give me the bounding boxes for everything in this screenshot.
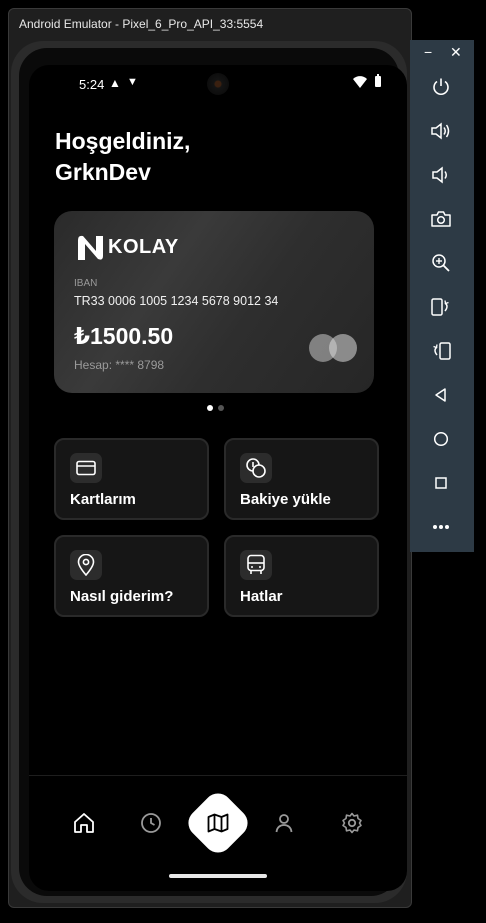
- iban-value: TR33 0006 1005 1234 5678 9012 34: [74, 294, 279, 308]
- sim-icon: ▼: [127, 76, 138, 88]
- nav-home[interactable]: [69, 808, 99, 838]
- minimize-icon[interactable]: −: [424, 44, 432, 60]
- camera-icon[interactable]: [428, 206, 454, 232]
- user-name: GrknDev: [55, 159, 151, 185]
- close-icon[interactable]: ✕: [450, 44, 462, 61]
- nav-profile[interactable]: [269, 808, 299, 838]
- balance-card[interactable]: KOLAY IBAN TR33 0006 1005 1234 5678 9012…: [54, 211, 374, 393]
- status-bar: 5:24 ▲ ▼: [29, 65, 407, 99]
- tile-label: Hatlar: [240, 588, 283, 605]
- tile-nasil-giderim[interactable]: Nasıl giderim?: [54, 535, 209, 617]
- credit-card-icon: [70, 453, 102, 483]
- back-icon[interactable]: [428, 382, 454, 408]
- nav-settings[interactable]: [337, 808, 367, 838]
- bottom-navigation: [29, 775, 407, 891]
- home-icon: [74, 813, 94, 833]
- map-icon: [204, 809, 232, 837]
- zoom-icon[interactable]: [428, 250, 454, 276]
- user-icon: [275, 814, 293, 833]
- carousel-dot: [218, 405, 224, 411]
- settings-icon: [342, 812, 362, 834]
- card-logo: KOLAY: [76, 231, 179, 263]
- carousel-dot-active: [207, 405, 213, 411]
- home-circle-icon[interactable]: [428, 426, 454, 452]
- emulator-window: Android Emulator - Pixel_6_Pro_API_33:55…: [8, 8, 412, 908]
- map-pin-icon: [70, 550, 102, 580]
- greeting-line: Hoşgeldiniz,: [55, 128, 191, 154]
- volume-down-icon[interactable]: [428, 162, 454, 188]
- coins-icon: [240, 453, 272, 483]
- volume-up-icon[interactable]: [428, 118, 454, 144]
- device-bezel: 5:24 ▲ ▼ Hoşgeldiniz, GrknDev KOLAY IBAN…: [19, 48, 407, 896]
- tile-bakiye-yukle[interactable]: Bakiye yükle: [224, 438, 379, 520]
- bus-icon: [240, 550, 272, 580]
- tile-label: Bakiye yükle: [240, 491, 331, 508]
- clock-icon: [141, 813, 161, 833]
- emulator-controls-panel: − ✕: [410, 40, 474, 552]
- brand-name: KOLAY: [108, 235, 179, 258]
- tile-label: Nasıl giderim?: [70, 588, 174, 605]
- tile-label: Kartlarım: [70, 491, 136, 508]
- rotate-right-icon[interactable]: [428, 338, 454, 364]
- battery-icon: [375, 74, 381, 87]
- tile-kartlarim[interactable]: Kartlarım: [54, 438, 209, 520]
- gesture-home-indicator[interactable]: [169, 874, 267, 878]
- wifi-icon: [353, 76, 367, 88]
- card-balance: ₺1500.50: [74, 323, 174, 349]
- card-network-icon: [309, 334, 357, 362]
- overview-icon[interactable]: [428, 470, 454, 496]
- rotate-left-icon[interactable]: [428, 294, 454, 320]
- kolay-logo-icon: [78, 235, 103, 260]
- status-time: 5:24: [79, 77, 105, 92]
- phone-screen: 5:24 ▲ ▼ Hoşgeldiniz, GrknDev KOLAY IBAN…: [29, 65, 407, 891]
- carousel-indicator: [207, 405, 224, 411]
- device-frame: 5:24 ▲ ▼ Hoşgeldiniz, GrknDev KOLAY IBAN…: [11, 41, 407, 903]
- greeting: Hoşgeldiniz, GrknDev: [55, 126, 375, 188]
- window-title: Android Emulator - Pixel_6_Pro_API_33:55…: [19, 17, 264, 31]
- power-icon[interactable]: [428, 74, 454, 100]
- front-camera: [207, 73, 229, 95]
- nav-history[interactable]: [136, 808, 166, 838]
- more-icon[interactable]: [428, 514, 454, 540]
- warning-icon: ▲: [109, 76, 121, 90]
- iban-label: IBAN: [74, 278, 98, 289]
- tile-hatlar[interactable]: Hatlar: [224, 535, 379, 617]
- account-number: Hesap: **** 8798: [74, 358, 165, 372]
